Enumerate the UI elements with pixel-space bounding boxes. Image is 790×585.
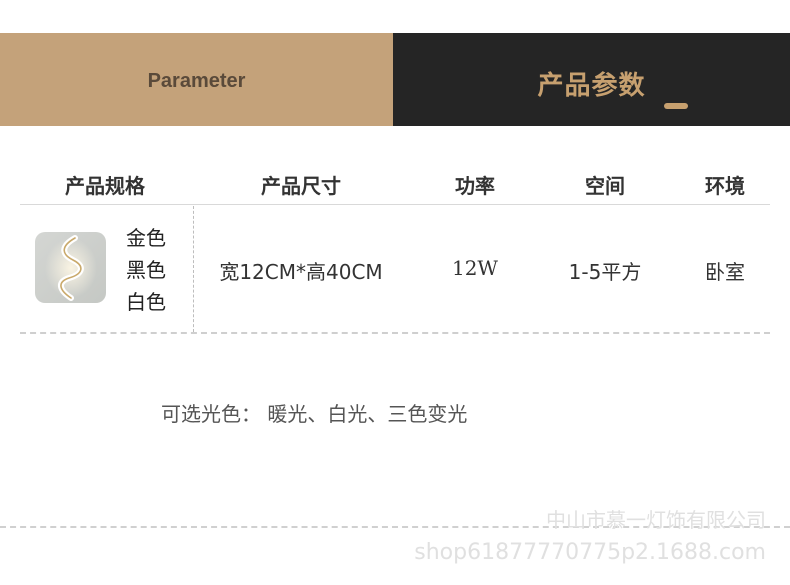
color-gold: 金色 xyxy=(126,226,166,250)
row-divider xyxy=(20,332,770,334)
cell-environment: 卧室 xyxy=(705,260,745,284)
color-white: 白色 xyxy=(126,290,166,314)
banner-accent-dash xyxy=(664,103,688,109)
banner-chinese-title: 产品参数 xyxy=(537,71,646,101)
header-power: 功率 xyxy=(455,174,495,198)
column-divider xyxy=(193,206,194,332)
header-divider xyxy=(20,204,770,205)
cell-space: 1-5平方 xyxy=(568,260,642,284)
company-watermark: 中山市慕一灯饰有限公司 xyxy=(546,508,766,532)
header-size: 产品尺寸 xyxy=(261,174,341,198)
color-black: 黑色 xyxy=(126,258,166,282)
banner-english-title: Parameter xyxy=(147,70,246,92)
shop-url-watermark: shop61877770775p2.1688.com xyxy=(414,540,766,565)
optional-light-colors: 可选光色： 暖光、白光、三色变光 xyxy=(161,402,468,426)
product-thumbnail xyxy=(35,232,106,303)
header-spec: 产品规格 xyxy=(65,174,145,198)
parameter-banner: Parameter 产品参数 xyxy=(0,33,790,126)
header-space: 空间 xyxy=(585,174,625,198)
color-options: 金色 黑色 白色 xyxy=(126,222,166,318)
cell-power: 12W xyxy=(451,256,498,280)
cell-size: 宽12CM*高40CM xyxy=(219,260,383,284)
header-environment: 环境 xyxy=(705,174,745,198)
spiral-lamp-icon xyxy=(45,235,97,301)
